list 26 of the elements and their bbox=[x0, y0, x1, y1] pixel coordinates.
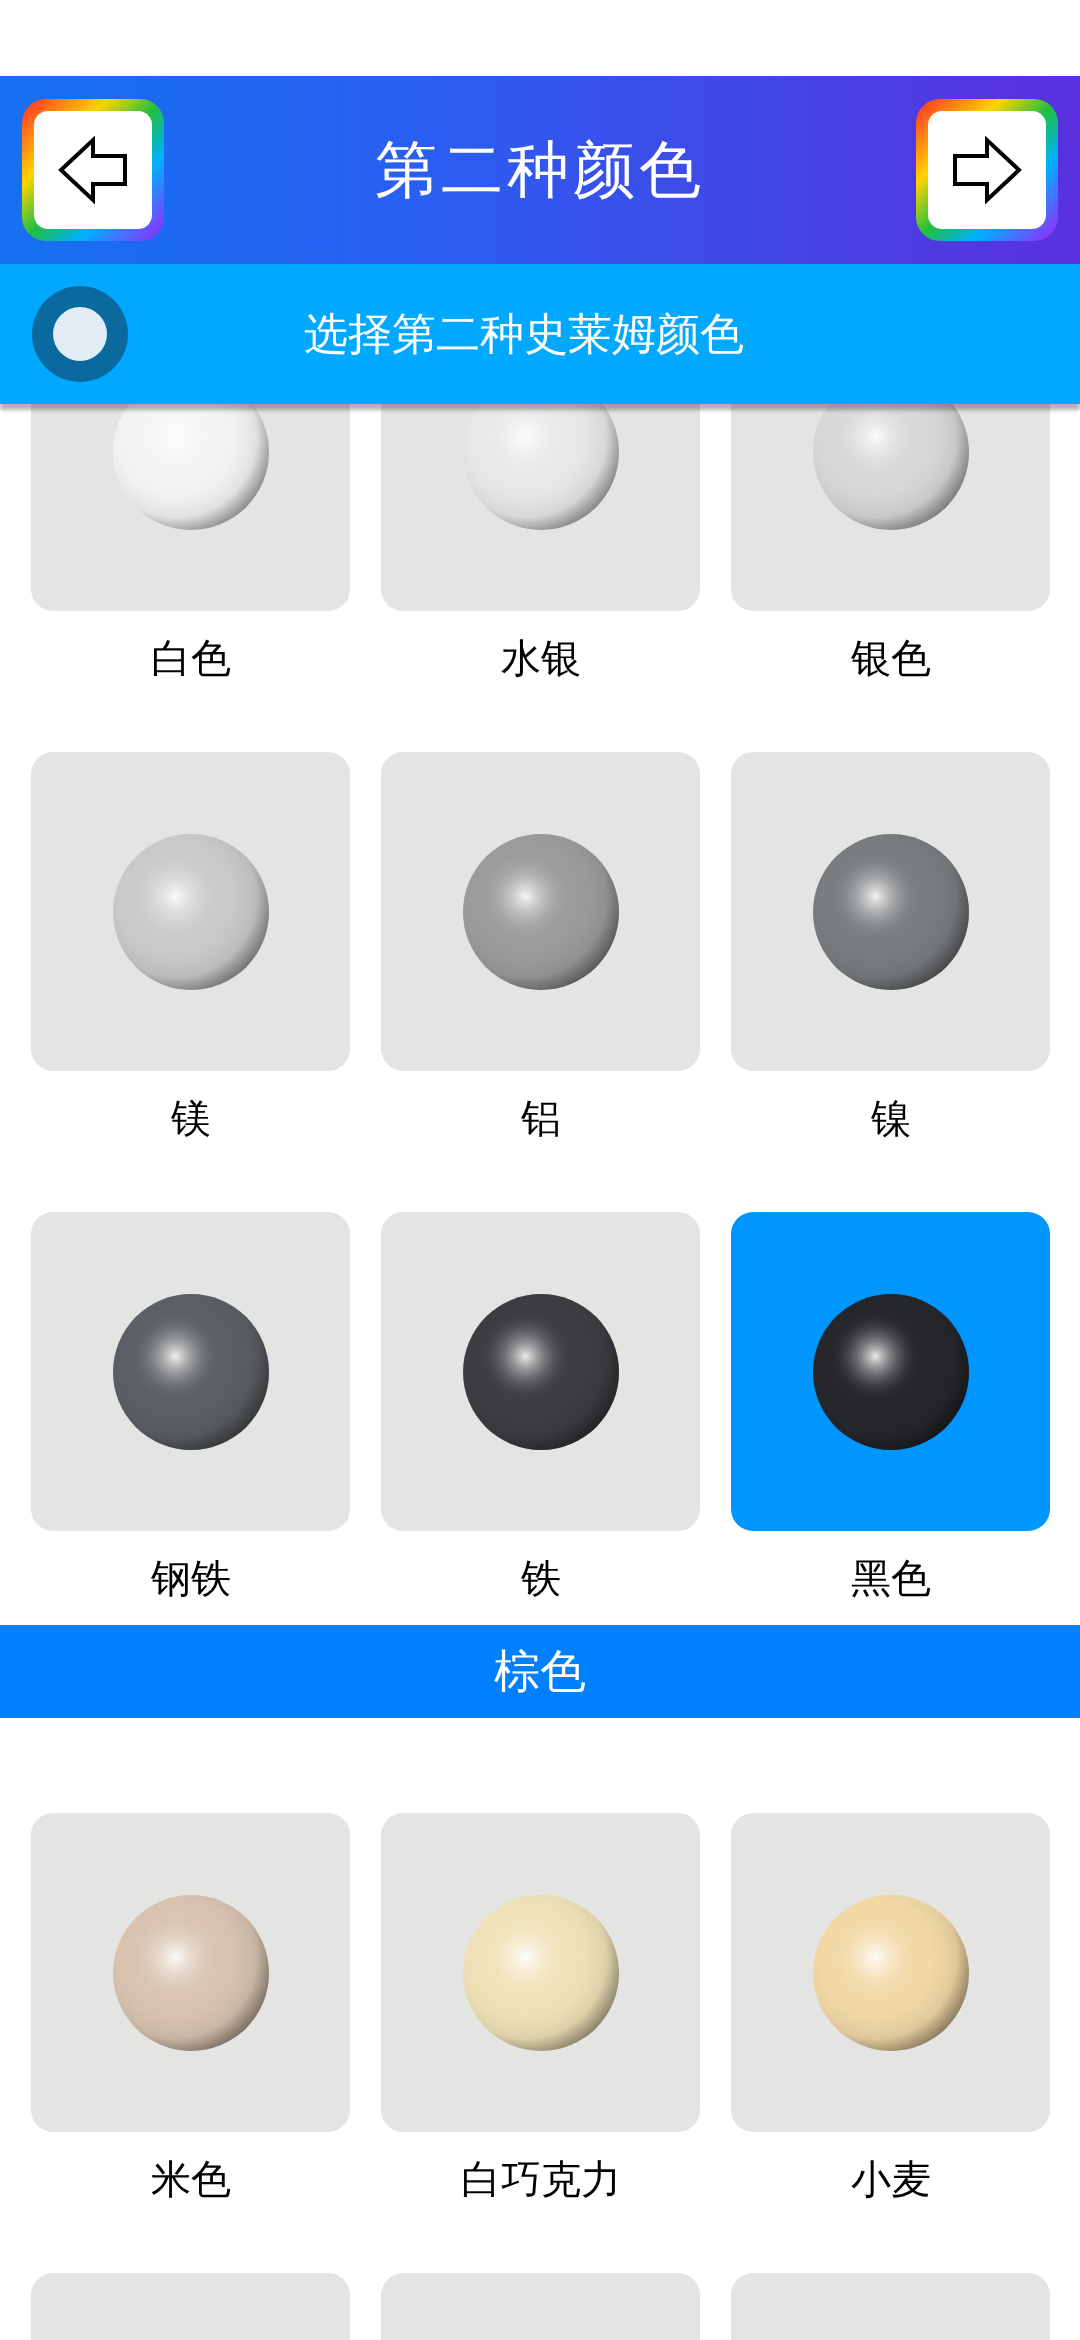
color-label: 黑色 bbox=[850, 1553, 931, 1603]
color-card[interactable] bbox=[731, 1813, 1050, 2132]
next-button[interactable] bbox=[916, 99, 1058, 241]
color-label: 铁 bbox=[520, 1553, 561, 1603]
color-label: 小麦 bbox=[850, 2154, 931, 2204]
color-label: 米色 bbox=[150, 2154, 231, 2204]
page-title: 第二种颜色 bbox=[375, 132, 705, 208]
color-card[interactable] bbox=[731, 1212, 1050, 1531]
color-card[interactable] bbox=[31, 752, 350, 1071]
color-label: 镁 bbox=[170, 1093, 211, 1143]
color-label: 白巧克力 bbox=[460, 2154, 621, 2204]
subheader-title: 选择第二种史莱姆颜色 bbox=[303, 306, 745, 361]
color-label: 铝 bbox=[520, 1093, 561, 1143]
color-label: 钢铁 bbox=[150, 1553, 231, 1603]
color-label: 镍 bbox=[870, 1093, 911, 1143]
color-label: 银色 bbox=[850, 633, 931, 683]
back-button[interactable] bbox=[22, 99, 164, 241]
color-card[interactable] bbox=[381, 1813, 700, 2132]
color-card[interactable] bbox=[731, 752, 1050, 1071]
section-header: 棕色 bbox=[0, 1625, 1080, 1718]
color-card[interactable] bbox=[381, 752, 700, 1071]
color-card[interactable] bbox=[31, 1813, 350, 2132]
color-label: 白色 bbox=[150, 633, 231, 683]
color-card[interactable] bbox=[381, 1212, 700, 1531]
color-label: 水银 bbox=[500, 633, 581, 683]
color-card[interactable] bbox=[31, 1212, 350, 1531]
